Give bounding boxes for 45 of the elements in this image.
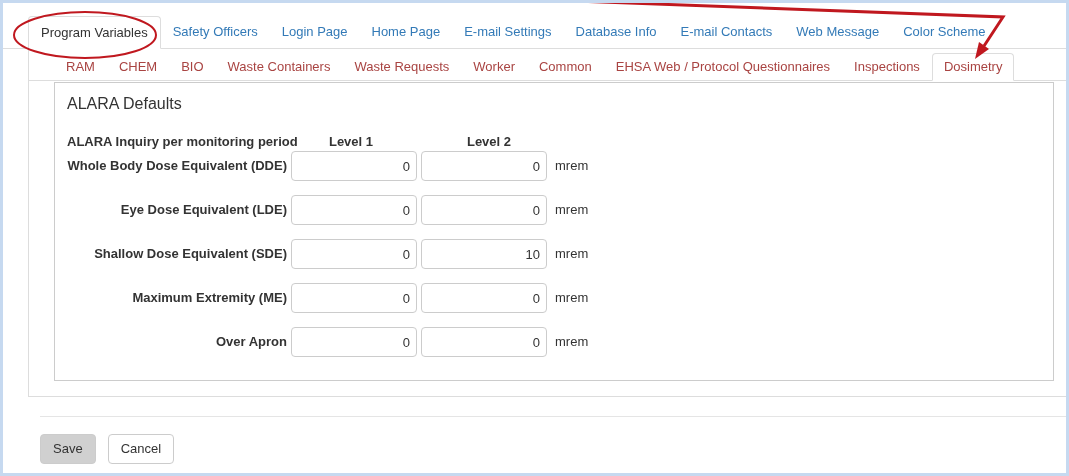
section-title: ALARA Defaults: [67, 94, 182, 114]
unit-label: mrem: [555, 333, 589, 352]
level-1-input[interactable]: 0: [291, 151, 417, 181]
main-tab[interactable]: Home Page: [359, 15, 453, 48]
main-tab[interactable]: Program Variables: [28, 16, 161, 49]
save-button[interactable]: Save: [40, 434, 96, 464]
level-2-input[interactable]: 0: [421, 283, 547, 313]
main-tab[interactable]: Login Page: [269, 15, 360, 48]
level-2-input[interactable]: 0: [421, 327, 547, 357]
level-2-input[interactable]: 0: [421, 151, 547, 181]
sub-tab[interactable]: Waste Requests: [342, 53, 462, 80]
column-header: Level 2: [465, 132, 513, 151]
unit-label: mrem: [555, 157, 589, 176]
level-1-input[interactable]: 0: [291, 239, 417, 269]
main-tab[interactable]: Color Scheme: [891, 15, 998, 48]
column-header: ALARA Inquiry per monitoring period: [67, 132, 299, 151]
main-tab[interactable]: E-mail Contacts: [668, 15, 785, 48]
sub-tab[interactable]: Waste Containers: [215, 53, 343, 80]
unit-label: mrem: [555, 245, 589, 264]
unit-label: mrem: [555, 201, 589, 220]
main-tab[interactable]: E-mail Settings: [452, 15, 564, 48]
level-1-input[interactable]: 0: [291, 195, 417, 225]
level-1-input[interactable]: 0: [291, 327, 417, 357]
field-label: Maximum Extremity (ME): [131, 289, 287, 308]
column-header: Level 1: [327, 132, 375, 151]
level-2-input[interactable]: 10: [421, 239, 547, 269]
field-label: Eye Dose Equivalent (LDE): [119, 201, 287, 220]
sub-tab[interactable]: Worker: [461, 53, 527, 80]
unit-label: mrem: [555, 289, 589, 308]
main-tab[interactable]: Database Info: [563, 15, 669, 48]
sub-tab[interactable]: BIO: [169, 53, 216, 80]
sub-tab[interactable]: RAM: [54, 53, 107, 80]
field-label: Shallow Dose Equivalent (SDE): [93, 245, 287, 264]
level-1-input[interactable]: 0: [291, 283, 417, 313]
cancel-button[interactable]: Cancel: [107, 434, 175, 464]
sub-tab[interactable]: Inspections: [842, 53, 932, 80]
sub-tab[interactable]: Dosimetry: [931, 53, 1015, 81]
field-label: Over Apron: [214, 333, 287, 352]
sub-tab[interactable]: EHSA Web / Protocol Questionnaires: [603, 53, 843, 80]
sub-tab[interactable]: CHEM: [106, 53, 170, 80]
main-tab[interactable]: Web Message: [784, 15, 892, 48]
main-tab[interactable]: Safety Officers: [160, 15, 270, 48]
field-label: Whole Body Dose Equivalent (DDE): [67, 157, 287, 176]
sub-tab[interactable]: Common: [527, 53, 604, 80]
level-2-input[interactable]: 0: [421, 195, 547, 225]
